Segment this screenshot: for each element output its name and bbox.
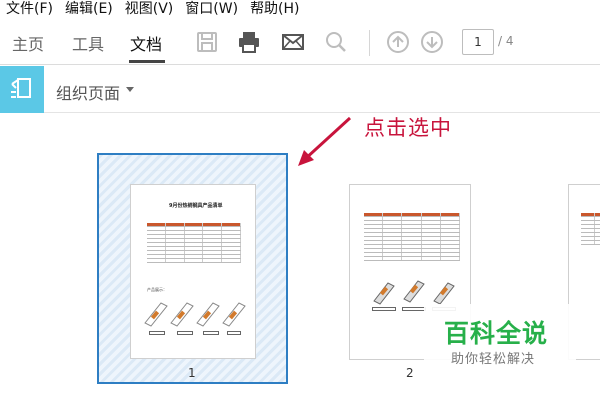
- watermark-title: 百科全说: [444, 319, 549, 348]
- annotation-arrow-icon: [298, 116, 352, 166]
- product-table: [147, 223, 241, 263]
- menu-view[interactable]: 视图(V): [119, 0, 180, 19]
- tab-home[interactable]: 主页: [12, 31, 44, 55]
- previous-page-icon[interactable]: [386, 30, 410, 54]
- page-number-input[interactable]: 1: [462, 29, 494, 55]
- product-table: [581, 213, 600, 245]
- print-icon[interactable]: [237, 30, 261, 54]
- page-total: / 4: [498, 34, 514, 48]
- organize-bar: 组织页面: [0, 66, 600, 113]
- menu-edit[interactable]: 编辑(E): [59, 0, 119, 19]
- page-thumbnail-1[interactable]: 9月份热销钢具产品清单 产品展示：: [130, 184, 256, 359]
- product-table: [364, 213, 461, 261]
- section-label: 产品展示：: [147, 287, 167, 292]
- organize-pages-icon: [11, 78, 31, 98]
- save-icon[interactable]: [195, 30, 219, 54]
- product-images: [373, 280, 455, 305]
- caption-box: [372, 307, 396, 311]
- mail-icon[interactable]: [281, 30, 305, 54]
- annotation-text: 点击选中: [364, 116, 452, 140]
- page-number-label: 2: [406, 366, 414, 380]
- organize-pages-label[interactable]: 组织页面: [56, 80, 120, 104]
- caption-box: [402, 307, 426, 311]
- product-images: [144, 302, 246, 327]
- caption-box: [149, 331, 165, 335]
- toolbar-separator: [369, 30, 370, 56]
- doc-title: 9月份热销钢具产品清单: [169, 203, 223, 209]
- menu-help[interactable]: 帮助(H): [244, 0, 305, 19]
- caption-box: [227, 331, 241, 335]
- page-number-label: 1: [188, 366, 196, 380]
- organize-pages-button[interactable]: [0, 66, 44, 113]
- menu-window[interactable]: 窗口(W): [179, 0, 244, 19]
- caption-box: [203, 331, 219, 335]
- tab-document[interactable]: 文档: [130, 31, 162, 55]
- watermark-subtitle: 助你轻松解决: [451, 352, 536, 367]
- active-tab-indicator: [129, 60, 165, 63]
- menu-file[interactable]: 文件(F): [0, 0, 59, 19]
- ribbon-toolbar: 主页 工具 文档 1 / 4: [0, 19, 600, 65]
- caption-box: [177, 331, 193, 335]
- menu-bar: 文件(F) 编辑(E) 视图(V) 窗口(W) 帮助(H): [0, 0, 600, 19]
- watermark: 百科全说 助你轻松解决: [424, 304, 576, 372]
- next-page-icon[interactable]: [420, 30, 444, 54]
- search-icon[interactable]: [324, 30, 348, 54]
- tab-tools[interactable]: 工具: [72, 31, 104, 55]
- chevron-down-icon[interactable]: [126, 87, 134, 92]
